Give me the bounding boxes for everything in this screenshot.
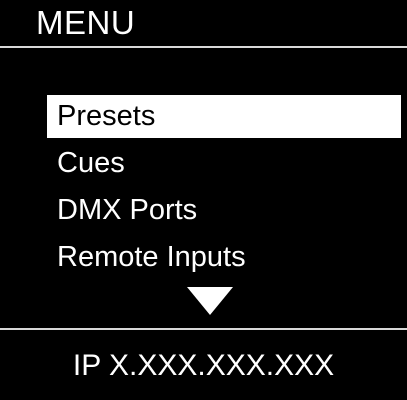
menu-list: Presets Cues DMX Ports Remote Inputs bbox=[47, 95, 401, 283]
header-divider bbox=[0, 46, 407, 48]
down-arrow-icon[interactable] bbox=[187, 287, 233, 315]
device-display: MENU Presets Cues DMX Ports Remote Input… bbox=[0, 0, 407, 400]
menu-item-cues[interactable]: Cues bbox=[47, 142, 401, 189]
menu-item-dmx-ports[interactable]: DMX Ports bbox=[47, 189, 401, 236]
ip-address-label: IP X.XXX.XXX.XXX bbox=[72, 349, 335, 382]
footer-divider bbox=[0, 328, 407, 330]
menu-item-remote-inputs[interactable]: Remote Inputs bbox=[47, 236, 401, 283]
menu-header: MENU bbox=[0, 0, 407, 46]
menu-item-presets[interactable]: Presets bbox=[47, 95, 401, 138]
page-title: MENU bbox=[36, 4, 136, 41]
